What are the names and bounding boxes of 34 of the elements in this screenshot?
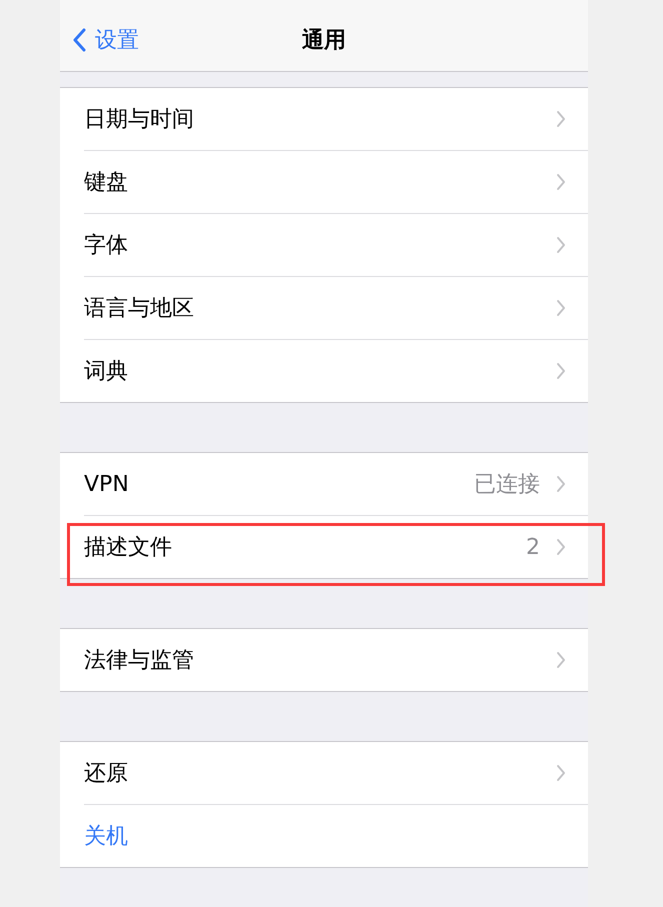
row-value: 已连接 (474, 471, 540, 499)
settings-row[interactable]: VPN 已连接 (60, 453, 588, 515)
row-label: 语言与地区 (84, 295, 195, 323)
settings-row[interactable]: 还原 (60, 742, 588, 804)
settings-row[interactable]: 日期与时间 (60, 88, 588, 150)
chevron-icon (556, 475, 566, 493)
settings-row[interactable]: 法律与监管 (60, 629, 588, 691)
row-label: 字体 (84, 232, 129, 260)
settings-row[interactable]: 关机 (60, 805, 588, 867)
back-button[interactable]: 设置 (72, 24, 139, 54)
chevron-icon (556, 362, 566, 380)
back-chevron-icon (72, 28, 86, 52)
row-label: 词典 (84, 358, 129, 386)
settings-row[interactable]: 词典 (60, 340, 588, 402)
row-label: VPN (84, 472, 130, 496)
chevron-icon (556, 173, 566, 191)
page-title: 通用 (302, 26, 346, 54)
settings-row[interactable]: 字体 (60, 214, 588, 276)
chevron-icon (556, 651, 566, 669)
row-label: 日期与时间 (84, 106, 195, 134)
row-label: 还原 (84, 760, 129, 788)
row-label: 键盘 (84, 169, 129, 197)
chevron-icon (556, 764, 566, 782)
settings-row[interactable]: 语言与地区 (60, 277, 588, 339)
settings-row[interactable]: 键盘 (60, 151, 588, 213)
chevron-icon (556, 110, 566, 128)
row-label: 关机 (84, 823, 129, 851)
settings-row[interactable]: 描述文件 2 (60, 516, 588, 578)
row-label: 法律与监管 (84, 647, 195, 675)
row-value: 2 (526, 534, 540, 560)
chevron-icon (556, 299, 566, 317)
chevron-icon (556, 538, 566, 556)
chevron-icon (556, 236, 566, 254)
row-label: 描述文件 (84, 534, 173, 562)
